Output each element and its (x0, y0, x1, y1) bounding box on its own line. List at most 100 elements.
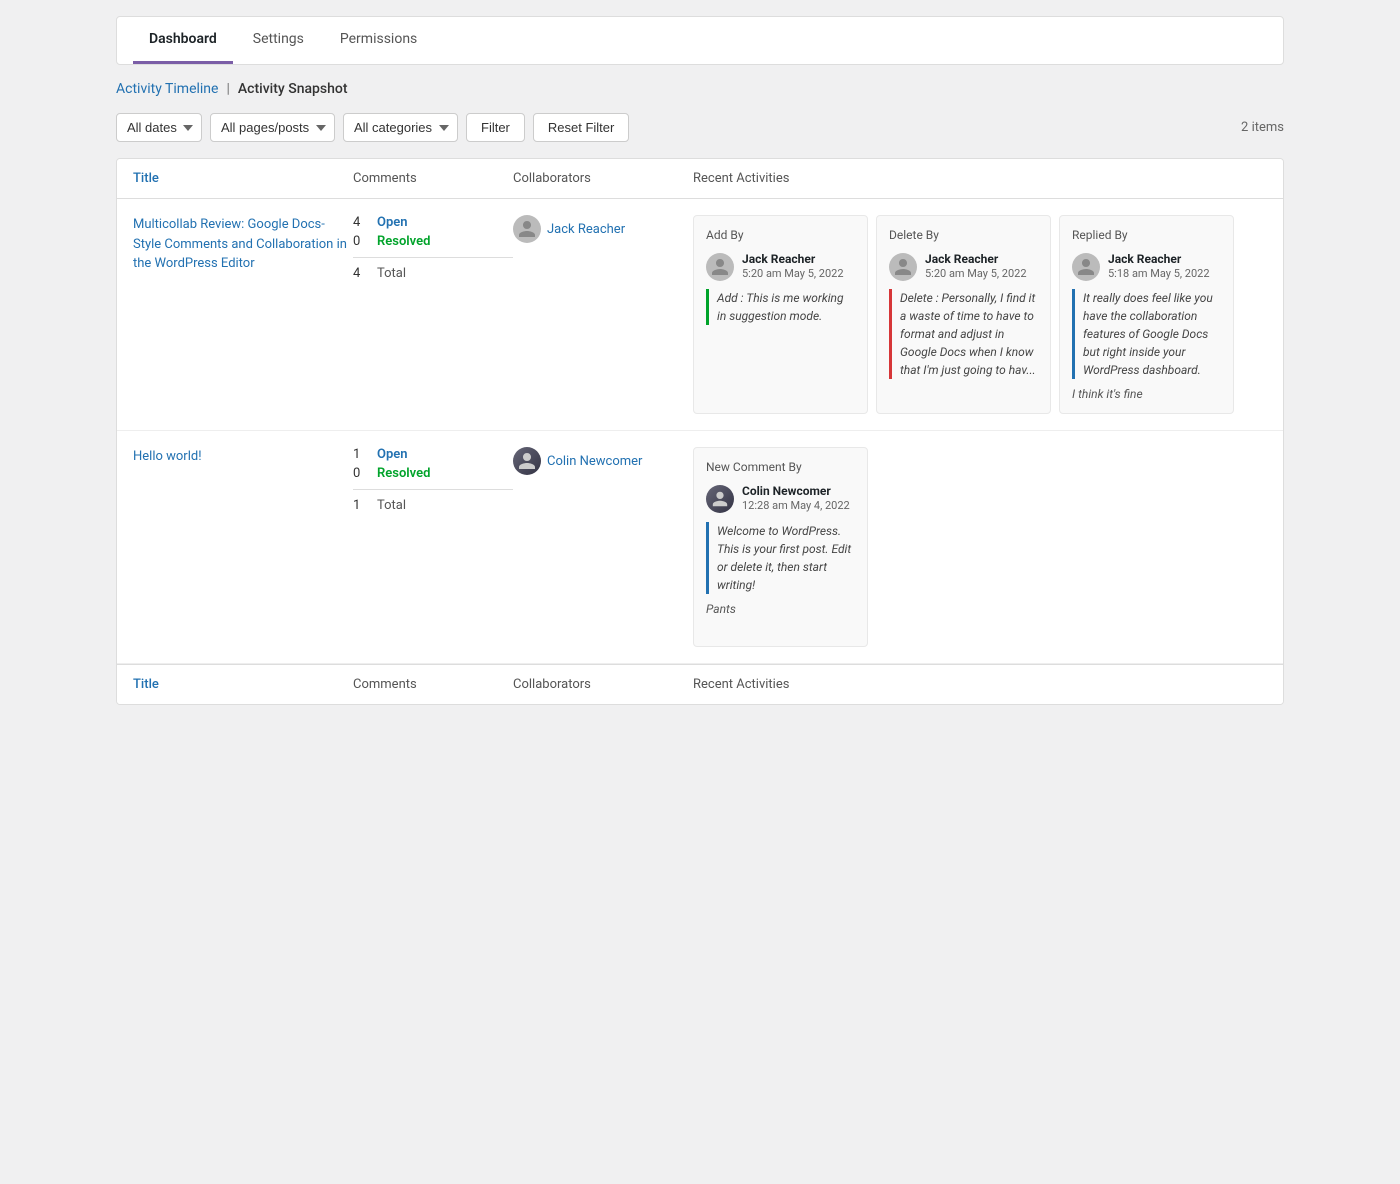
row1-title-cell: Multicollab Review: Google Docs-Style Co… (133, 215, 353, 274)
table-row: Multicollab Review: Google Docs-Style Co… (117, 199, 1283, 431)
activity-avatar-replied (1072, 253, 1100, 281)
row2-open-label: Open (377, 447, 408, 462)
tab-settings[interactable]: Settings (237, 17, 320, 64)
row1-open-count: 4 (353, 215, 369, 230)
filter-bar: All dates All pages/posts All categories… (116, 113, 1284, 142)
row1-avatar (513, 215, 541, 243)
reset-filter-button[interactable]: Reset Filter (533, 113, 629, 142)
footer-col-recent-activities: Recent Activities (693, 677, 1267, 692)
activity-type-add: Add By (706, 228, 855, 242)
row1-total-label: Total (377, 266, 406, 281)
row1-open-row: 4 Open (353, 215, 513, 230)
breadcrumb-current: Activity Snapshot (238, 81, 348, 97)
breadcrumb-link[interactable]: Activity Timeline (116, 81, 218, 97)
row1-total-count: 4 (353, 266, 369, 281)
pages-filter[interactable]: All pages/posts (210, 113, 335, 142)
table-header: Title Comments Collaborators Recent Acti… (117, 159, 1283, 199)
activity-time-add: 5:20 am May 5, 2022 (742, 266, 844, 281)
breadcrumb-separator: | (226, 81, 229, 97)
row1-resolved-count: 0 (353, 234, 369, 249)
row1-open-label: Open (377, 215, 408, 230)
row2-collaborators-col: Colin Newcomer (513, 447, 693, 475)
activity-user-name-new-comment: Colin Newcomer (742, 484, 850, 498)
footer-col-collaborators: Collaborators (513, 677, 693, 692)
activity-time-replied: 5:18 am May 5, 2022 (1108, 266, 1210, 281)
person-icon (893, 257, 913, 277)
activity-comment-new-comment: Welcome to WordPress. This is your first… (706, 522, 855, 594)
categories-filter[interactable]: All categories (343, 113, 458, 142)
row2-collaborator-name[interactable]: Colin Newcomer (547, 454, 642, 469)
row2-resolved-row: 0 Resolved (353, 466, 513, 481)
activity-card-new-comment: New Comment By Colin Newcomer 12:28 am M… (693, 447, 868, 647)
activity-avatar-delete (889, 253, 917, 281)
row1-total-row: 4 Total (353, 266, 513, 281)
row2-resolved-count: 0 (353, 466, 369, 481)
activity-type-replied: Replied By (1072, 228, 1221, 242)
row1-collaborator-name[interactable]: Jack Reacher (547, 222, 625, 237)
activity-user-info-new-comment: Colin Newcomer 12:28 am May 4, 2022 (742, 484, 850, 513)
activity-comment-delete: Delete : Personally, I find it a waste o… (889, 289, 1038, 379)
footer-col-comments: Comments (353, 677, 513, 692)
row1-comments-col: 4 Open 0 Resolved 4 Total (353, 215, 513, 281)
row2-total-row: 1 Total (353, 498, 513, 513)
table-footer-header: Title Comments Collaborators Recent Acti… (117, 664, 1283, 704)
activity-user-row-add: Jack Reacher 5:20 am May 5, 2022 (706, 252, 855, 281)
row1-activities-col: Add By Jack Reacher 5:20 am May 5, 2022 … (693, 215, 1267, 414)
col-header-title: Title (133, 171, 353, 186)
row1-resolved-row: 0 Resolved (353, 234, 513, 249)
activity-user-info-replied: Jack Reacher 5:18 am May 5, 2022 (1108, 252, 1210, 281)
person-icon (1076, 257, 1096, 277)
row1-title-link[interactable]: Multicollab Review: Google Docs-Style Co… (133, 217, 347, 271)
table-row: Hello world! 1 Open 0 Resolved 1 Total (117, 431, 1283, 664)
person-icon (710, 257, 730, 277)
activity-sub-comment-new-comment: Pants (706, 602, 855, 616)
person-icon (711, 490, 729, 508)
activity-card-replied: Replied By Jack Reacher 5:18 am May 5, 2… (1059, 215, 1234, 414)
row2-open-row: 1 Open (353, 447, 513, 462)
row1-collaborators-col: Jack Reacher (513, 215, 693, 243)
activity-user-info-add: Jack Reacher 5:20 am May 5, 2022 (742, 252, 844, 281)
top-nav: Dashboard Settings Permissions (116, 16, 1284, 65)
activity-time-new-comment: 12:28 am May 4, 2022 (742, 498, 850, 513)
row2-activities-col: New Comment By Colin Newcomer 12:28 am M… (693, 447, 1267, 647)
row2-title-cell: Hello world! (133, 447, 353, 467)
activity-user-row-delete: Jack Reacher 5:20 am May 5, 2022 (889, 252, 1038, 281)
row2-comments-col: 1 Open 0 Resolved 1 Total (353, 447, 513, 513)
activity-sub-comment-replied: I think it's fine (1072, 387, 1221, 401)
row1-resolved-label: Resolved (377, 234, 430, 249)
row2-open-count: 1 (353, 447, 369, 462)
row2-title-link[interactable]: Hello world! (133, 449, 202, 464)
row2-resolved-label: Resolved (377, 466, 430, 481)
activity-time-delete: 5:20 am May 5, 2022 (925, 266, 1027, 281)
tab-permissions[interactable]: Permissions (324, 17, 433, 64)
tab-dashboard[interactable]: Dashboard (133, 17, 233, 64)
activity-user-name-delete: Jack Reacher (925, 252, 1027, 266)
row2-total-label: Total (377, 498, 406, 513)
row2-avatar (513, 447, 541, 475)
activity-user-name-add: Jack Reacher (742, 252, 844, 266)
activity-avatar-add (706, 253, 734, 281)
activity-user-info-delete: Jack Reacher 5:20 am May 5, 2022 (925, 252, 1027, 281)
col-header-comments: Comments (353, 171, 513, 186)
col-header-collaborators: Collaborators (513, 171, 693, 186)
activity-type-delete: Delete By (889, 228, 1038, 242)
activity-type-new-comment: New Comment By (706, 460, 855, 474)
filter-button[interactable]: Filter (466, 113, 525, 142)
footer-col-title: Title (133, 677, 353, 692)
activity-card-delete: Delete By Jack Reacher 5:20 am May 5, 20… (876, 215, 1051, 414)
col-header-recent-activities: Recent Activities (693, 171, 1267, 186)
activity-user-row-new-comment: Colin Newcomer 12:28 am May 4, 2022 (706, 484, 855, 513)
person-icon (517, 451, 537, 471)
activity-avatar-new-comment (706, 485, 734, 513)
row2-total-count: 1 (353, 498, 369, 513)
row1-comment-divider (353, 257, 513, 258)
main-table: Title Comments Collaborators Recent Acti… (116, 158, 1284, 705)
breadcrumb: Activity Timeline | Activity Snapshot (116, 81, 1284, 97)
activity-card-add: Add By Jack Reacher 5:20 am May 5, 2022 … (693, 215, 868, 414)
items-count: 2 items (1241, 120, 1284, 135)
person-icon (517, 219, 537, 239)
activity-user-name-replied: Jack Reacher (1108, 252, 1210, 266)
activity-user-row-replied: Jack Reacher 5:18 am May 5, 2022 (1072, 252, 1221, 281)
dates-filter[interactable]: All dates (116, 113, 202, 142)
row2-comment-divider (353, 489, 513, 490)
